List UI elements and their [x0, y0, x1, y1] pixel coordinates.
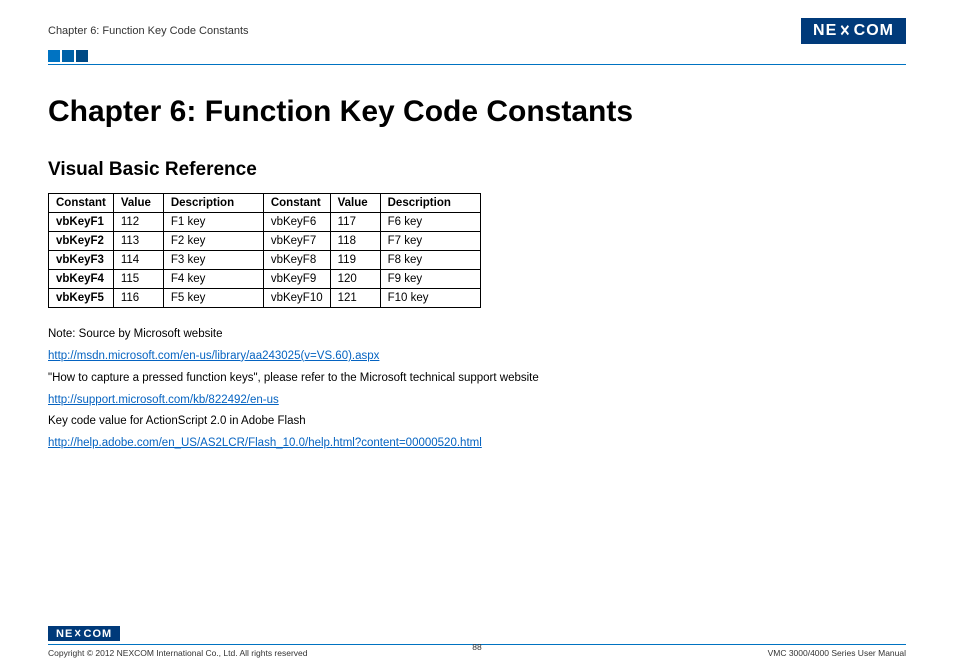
note-text-3: Key code value for ActionScript 2.0 in A…: [48, 411, 906, 433]
table-row: vbKeyF4115F4 keyvbKeyF9120F9 key: [49, 270, 481, 289]
table-cell: 114: [113, 251, 163, 270]
table-cell: 115: [113, 270, 163, 289]
th-value-2: Value: [330, 194, 380, 213]
table-cell: F7 key: [380, 232, 480, 251]
table-cell: vbKeyF4: [49, 270, 114, 289]
table-cell: 112: [113, 213, 163, 232]
table-cell: F8 key: [380, 251, 480, 270]
table-body: vbKeyF1112F1 keyvbKeyF6117F6 keyvbKeyF21…: [49, 213, 481, 308]
table-cell: vbKeyF9: [263, 270, 330, 289]
table-cell: F2 key: [163, 232, 263, 251]
table-cell: F3 key: [163, 251, 263, 270]
table-cell: F1 key: [163, 213, 263, 232]
table-cell: 120: [330, 270, 380, 289]
section-title: Visual Basic Reference: [48, 159, 906, 181]
th-value-1: Value: [113, 194, 163, 213]
nexcom-logo: NE✕COM: [801, 18, 906, 44]
table-cell: F9 key: [380, 270, 480, 289]
table-cell: vbKeyF3: [49, 251, 114, 270]
table-row: vbKeyF1112F1 keyvbKeyF6117F6 key: [49, 213, 481, 232]
footer-page-number: 88: [48, 642, 906, 652]
note-link-1[interactable]: http://msdn.microsoft.com/en-us/library/…: [48, 350, 379, 362]
notes-section: Note: Source by Microsoft website http:/…: [48, 324, 906, 455]
table-cell: F10 key: [380, 289, 480, 308]
table-row: vbKeyF5116F5 keyvbKeyF10121F10 key: [49, 289, 481, 308]
note-link-2[interactable]: http://support.microsoft.com/kb/822492/e…: [48, 394, 279, 406]
decorative-squares: [48, 50, 906, 62]
table-cell: vbKeyF7: [263, 232, 330, 251]
table-cell: 119: [330, 251, 380, 270]
table-cell: vbKeyF1: [49, 213, 114, 232]
table-cell: F5 key: [163, 289, 263, 308]
table-cell: vbKeyF10: [263, 289, 330, 308]
page-footer: NE✕COM Copyright © 2012 NEXCOM Internati…: [48, 624, 906, 658]
th-desc-1: Description: [163, 194, 263, 213]
header-divider: [48, 64, 906, 65]
table-cell: 117: [330, 213, 380, 232]
logo-x-icon: ✕: [840, 21, 852, 41]
table-cell: vbKeyF8: [263, 251, 330, 270]
footer-logo-x-icon: ✕: [74, 627, 82, 640]
table-cell: vbKeyF2: [49, 232, 114, 251]
table-cell: vbKeyF5: [49, 289, 114, 308]
table-header-row: Constant Value Description Constant Valu…: [49, 194, 481, 213]
table-cell: 116: [113, 289, 163, 308]
table-row: vbKeyF2113F2 keyvbKeyF7118F7 key: [49, 232, 481, 251]
th-desc-2: Description: [380, 194, 480, 213]
th-constant-1: Constant: [49, 194, 114, 213]
footer-logo: NE✕COM: [48, 624, 906, 642]
keycodes-table: Constant Value Description Constant Valu…: [48, 193, 481, 308]
chapter-title: Chapter 6: Function Key Code Constants: [48, 95, 906, 129]
table-cell: 113: [113, 232, 163, 251]
note-text-1: Note: Source by Microsoft website: [48, 324, 906, 346]
breadcrumb: Chapter 6: Function Key Code Constants: [48, 25, 249, 37]
th-constant-2: Constant: [263, 194, 330, 213]
note-text-2: "How to capture a pressed function keys"…: [48, 368, 906, 390]
table-cell: 121: [330, 289, 380, 308]
table-cell: F6 key: [380, 213, 480, 232]
table-cell: vbKeyF6: [263, 213, 330, 232]
table-cell: 118: [330, 232, 380, 251]
table-cell: F4 key: [163, 270, 263, 289]
table-row: vbKeyF3114F3 keyvbKeyF8119F8 key: [49, 251, 481, 270]
note-link-3[interactable]: http://help.adobe.com/en_US/AS2LCR/Flash…: [48, 437, 482, 449]
